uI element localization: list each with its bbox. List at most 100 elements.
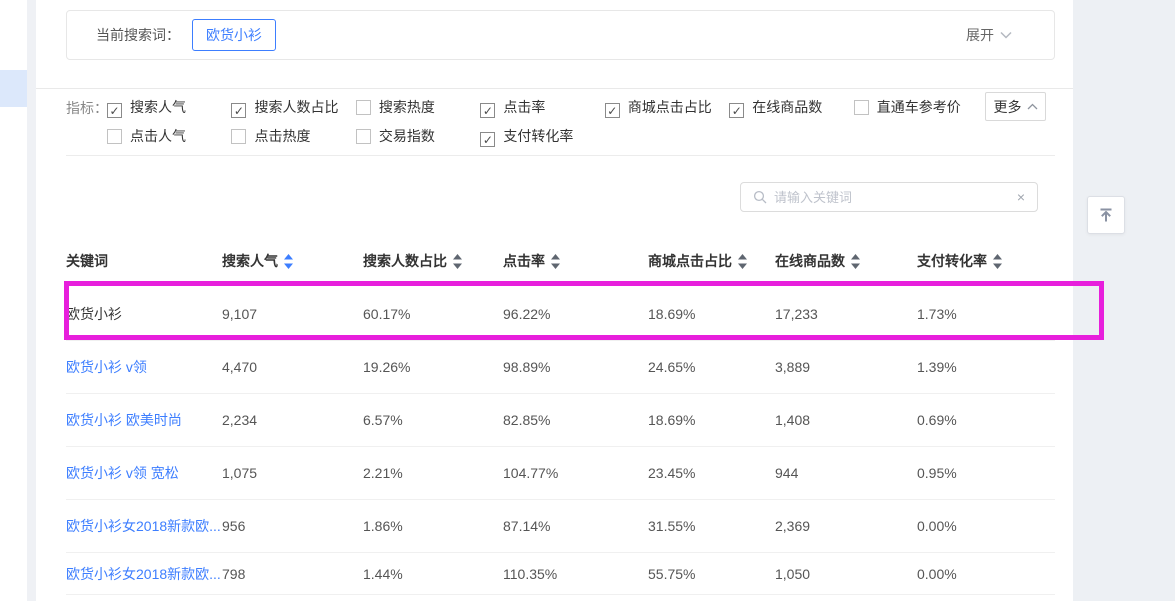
value-cell: 0.95%: [917, 465, 1055, 481]
search-icon: [753, 190, 767, 204]
checkbox[interactable]: ✓: [107, 103, 122, 118]
expand-label: 展开: [966, 25, 994, 45]
right-gutter: [1073, 0, 1175, 601]
sort-icon[interactable]: [551, 254, 560, 269]
table-row: 欧货小衫 9,107 60.17% 96.22% 18.69% 17,233 1…: [66, 288, 1055, 341]
value-cell: 1.44%: [363, 566, 503, 582]
checkbox-label: 搜索热度: [379, 99, 435, 115]
sort-icon[interactable]: [453, 254, 462, 269]
keyword-filter-input[interactable]: [774, 190, 1017, 205]
indicator-checkbox-item[interactable]: ✓ 交易指数: [356, 126, 476, 146]
value-cell: 23.45%: [648, 465, 775, 481]
left-sidebar: [0, 0, 27, 601]
keyword-cell[interactable]: 欧货小衫女2018新款欧...: [66, 516, 222, 536]
sort-icon[interactable]: [738, 254, 747, 269]
value-cell: 0.69%: [917, 412, 1055, 428]
value-cell: 87.14%: [503, 518, 648, 534]
value-cell: 82.85%: [503, 412, 648, 428]
value-cell: 18.69%: [648, 412, 775, 428]
value-cell: 0.00%: [917, 518, 1055, 534]
checkbox[interactable]: ✓: [480, 103, 495, 118]
checkbox[interactable]: ✓: [605, 103, 620, 118]
value-cell: 55.75%: [648, 566, 775, 582]
check-mark-icon: ✓: [234, 104, 244, 118]
value-cell: 2,369: [775, 518, 917, 534]
indicator-checkbox-item[interactable]: ✓ 点击率: [480, 97, 600, 118]
value-cell: 18.69%: [648, 306, 775, 322]
checkbox[interactable]: ✓: [231, 103, 246, 118]
value-cell: 24.65%: [648, 359, 775, 375]
expand-toggle[interactable]: 展开: [966, 25, 1012, 45]
column-header-mall-click-ratio[interactable]: 商城点击占比: [648, 251, 775, 271]
keyword-cell: 欧货小衫: [66, 304, 222, 324]
checkbox-label: 点击率: [503, 99, 545, 115]
checkbox[interactable]: ✓: [356, 100, 371, 115]
column-header-keyword: 关键词: [66, 251, 222, 271]
value-cell: 1.73%: [917, 306, 1055, 322]
keyword-cell[interactable]: 欧货小衫 v领: [66, 357, 222, 377]
value-cell: 3,889: [775, 359, 917, 375]
chevron-up-icon: [1027, 103, 1038, 110]
checkbox[interactable]: ✓: [729, 103, 744, 118]
check-mark-icon: ✓: [109, 104, 119, 118]
checkbox[interactable]: ✓: [107, 129, 122, 144]
column-header-click-rate[interactable]: 点击率: [503, 251, 648, 271]
section-divider: [66, 155, 1055, 156]
check-mark-icon: ✓: [607, 104, 617, 118]
table-row: 欧货小衫女2018新款欧... 798 1.44% 110.35% 55.75%…: [66, 553, 1055, 595]
indicator-checkbox-item[interactable]: ✓搜索人数占比: [231, 97, 351, 118]
current-search-label: 当前搜索词：: [96, 25, 180, 45]
checkbox[interactable]: ✓: [854, 100, 869, 115]
current-keyword-chip[interactable]: 欧货小衫: [192, 19, 276, 51]
keyword-cell[interactable]: 欧货小衫女2018新款欧...: [66, 564, 222, 584]
clear-input-icon[interactable]: ×: [1017, 190, 1025, 204]
sort-icon[interactable]: [851, 254, 860, 269]
checkbox-label: 支付转化率: [503, 128, 573, 144]
more-label: 更多: [994, 97, 1022, 117]
arrow-to-top-icon: [1096, 205, 1116, 225]
value-cell: 104.77%: [503, 465, 648, 481]
keyword-cell[interactable]: 欧货小衫 v领 宽松: [66, 463, 222, 483]
checkbox[interactable]: ✓: [356, 129, 371, 144]
sort-icon[interactable]: [284, 254, 293, 269]
back-to-top-button[interactable]: [1087, 196, 1125, 234]
value-cell: 17,233: [775, 306, 917, 322]
value-cell: 19.26%: [363, 359, 503, 375]
indicator-checkbox-item[interactable]: ✓ 搜索人气: [107, 97, 227, 118]
indicators-label: 指标：: [66, 98, 108, 118]
checkbox[interactable]: ✓: [480, 132, 495, 147]
sort-icon[interactable]: [993, 254, 1002, 269]
checkbox-label: 交易指数: [379, 128, 435, 144]
table-row: 欧货小衫女2018新款欧... 956 1.86% 87.14% 31.55% …: [66, 500, 1055, 553]
indicator-checkbox-item[interactable]: ✓点击人气: [107, 126, 227, 146]
column-header-searcher-ratio[interactable]: 搜索人数占比: [363, 251, 503, 271]
indicator-checkbox-item[interactable]: ✓直通车参考价: [854, 97, 974, 117]
indicator-checkbox-item[interactable]: ✓ 支付转化率: [480, 126, 600, 147]
value-cell: 1.86%: [363, 518, 503, 534]
indicator-checkbox-item[interactable]: ✓ 在线商品数: [729, 97, 849, 118]
indicators-row-2: ✓点击人气 ✓点击热度 ✓交易指数 ✓支付转化率: [107, 126, 986, 142]
keyword-cell[interactable]: 欧货小衫 欧美时尚: [66, 410, 222, 430]
value-cell: 956: [222, 518, 363, 534]
more-button[interactable]: 更多: [985, 92, 1046, 121]
indicator-checkbox-item[interactable]: ✓ 点击热度: [231, 126, 351, 146]
page: 当前搜索词： 欧货小衫 展开 指标： ✓搜索人气 ✓搜索人数占比 ✓搜索热度: [0, 0, 1175, 601]
value-cell: 798: [222, 566, 363, 582]
table-row: 欧货小衫 v领 宽松 1,075 2.21% 104.77% 23.45% 94…: [66, 447, 1055, 500]
value-cell: 96.22%: [503, 306, 648, 322]
value-cell: 1,050: [775, 566, 917, 582]
check-mark-icon: ✓: [483, 104, 493, 118]
sidebar-active-item[interactable]: [0, 70, 27, 107]
checkbox-label: 搜索人气: [130, 99, 186, 115]
column-header-online-products[interactable]: 在线商品数: [775, 251, 917, 271]
checkbox-label: 点击热度: [254, 128, 310, 144]
column-header-search-popularity[interactable]: 搜索人气: [222, 251, 363, 271]
checkbox-label: 商城点击占比: [628, 99, 712, 115]
value-cell: 0.00%: [917, 566, 1055, 582]
checkbox-label: 在线商品数: [752, 99, 822, 115]
checkbox[interactable]: ✓: [231, 129, 246, 144]
value-cell: 944: [775, 465, 917, 481]
column-header-conversion-rate[interactable]: 支付转化率: [917, 251, 1055, 271]
indicator-checkbox-item[interactable]: ✓ 商城点击占比: [605, 97, 725, 118]
indicator-checkbox-item[interactable]: ✓ 搜索热度: [356, 97, 476, 117]
